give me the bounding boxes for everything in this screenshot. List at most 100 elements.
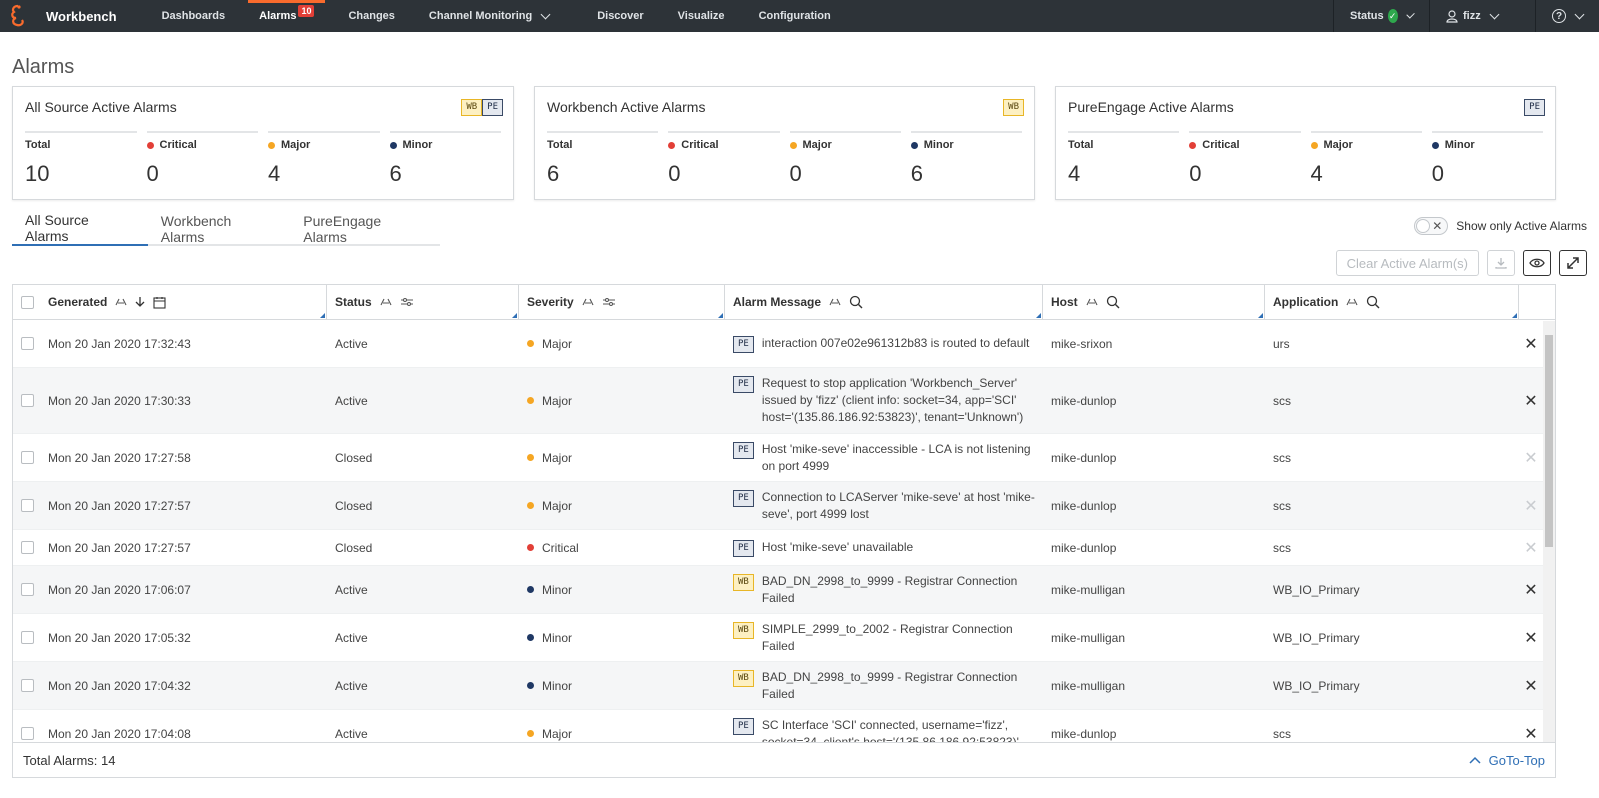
active-only-toggle-group: ✕ Show only Active Alarms: [1414, 217, 1587, 235]
header-severity[interactable]: Severity: [519, 285, 725, 319]
chevron-down-icon: [540, 9, 551, 19]
close-icon[interactable]: ✕: [1524, 676, 1537, 696]
table-row[interactable]: Mon 20 Jan 2020 17:06:07 Active Minor WB BAD…: [13, 566, 1555, 614]
message-value: Host 'mike-seve' unavailable: [761, 539, 914, 554]
metric-label: Minor: [923, 139, 954, 151]
download-icon: [1495, 258, 1507, 269]
header-alarm-message[interactable]: Alarm Message: [725, 285, 1043, 319]
select-all-checkbox[interactable]: [21, 295, 34, 309]
tab-all-source-alarms[interactable]: All Source Alarms: [12, 212, 148, 246]
source-tag: PE: [733, 539, 754, 557]
search-icon[interactable]: [1106, 295, 1120, 309]
sort-toggle-icon[interactable]: [1086, 297, 1098, 307]
header-generated[interactable]: Generated: [13, 285, 327, 319]
column-visibility-button[interactable]: [1523, 250, 1551, 276]
table-row[interactable]: Mon 20 Jan 2020 17:05:32 Active Minor WB SIM…: [13, 614, 1555, 662]
close-icon[interactable]: ✕: [1524, 391, 1537, 411]
source-tags: PE: [1524, 99, 1545, 116]
brand-name[interactable]: Workbench: [46, 9, 117, 24]
severity-value: Minor: [542, 582, 573, 597]
tab-workbench-alarms[interactable]: Workbench Alarms: [148, 212, 290, 246]
column-label: Status: [335, 295, 372, 309]
search-icon[interactable]: [1366, 295, 1380, 309]
row-checkbox[interactable]: [21, 337, 34, 350]
row-checkbox[interactable]: [21, 541, 34, 554]
table-row[interactable]: Mon 20 Jan 2020 17:32:43 Active Major PE int…: [13, 320, 1555, 368]
generated-value: Mon 20 Jan 2020 17:05:32: [48, 630, 191, 645]
header-status[interactable]: Status: [327, 285, 519, 319]
chevron-down-icon: [1489, 9, 1500, 19]
active-only-toggle[interactable]: ✕: [1414, 217, 1449, 235]
cell-alarm-message: PE SC Interface 'SCI' connected, username…: [725, 717, 1043, 742]
nav-alarms[interactable]: Alarms 10: [242, 0, 331, 32]
arrow-down-icon[interactable]: [135, 296, 145, 308]
sort-toggle-icon[interactable]: [380, 297, 392, 307]
table-row[interactable]: Mon 20 Jan 2020 17:04:08 Active Major PE SC …: [13, 710, 1555, 742]
nav-changes[interactable]: Changes: [331, 0, 411, 32]
nav-configuration[interactable]: Configuration: [742, 0, 848, 32]
table-row[interactable]: Mon 20 Jan 2020 17:27:57 Closed Critical PE…: [13, 530, 1555, 566]
metric-value: 0: [668, 161, 681, 186]
nav-visualize[interactable]: Visualize: [661, 0, 742, 32]
clear-active-alarms-button[interactable]: Clear Active Alarm(s): [1335, 250, 1479, 276]
table-row[interactable]: Mon 20 Jan 2020 17:30:33 Active Major PE Req…: [13, 368, 1555, 434]
close-icon[interactable]: ✕: [1524, 580, 1537, 600]
host-value: mike-dunlop: [1051, 540, 1117, 555]
nav-channel-monitoring[interactable]: Channel Monitoring: [412, 0, 566, 32]
table-row[interactable]: Mon 20 Jan 2020 17:27:57 Closed Major PE Con…: [13, 482, 1555, 530]
metric-value: 0: [1431, 161, 1444, 186]
row-checkbox[interactable]: [21, 394, 34, 407]
severity-dot-icon: [527, 502, 534, 509]
tab-pureengage-alarms[interactable]: PureEngage Alarms: [290, 212, 440, 246]
source-tag: PE: [733, 717, 754, 735]
sort-toggle-icon[interactable]: [582, 297, 594, 307]
message-value: Host 'mike-seve' inaccessible - LCA is n…: [761, 441, 1031, 473]
metric-value: 0: [146, 161, 159, 186]
close-icon[interactable]: ✕: [1524, 628, 1537, 648]
metric-label: Major: [802, 139, 832, 151]
minor-dot-icon: [389, 141, 397, 149]
genesys-logo-icon[interactable]: [0, 0, 36, 32]
close-icon[interactable]: ✕: [1524, 724, 1537, 743]
host-value: mike-mulligan: [1051, 678, 1126, 693]
row-checkbox[interactable]: [21, 679, 34, 692]
row-checkbox[interactable]: [21, 583, 34, 596]
row-checkbox[interactable]: [21, 631, 34, 644]
header-application[interactable]: Application: [1265, 285, 1519, 319]
download-button[interactable]: [1487, 250, 1515, 276]
cell-alarm-message: WB BAD_DN_2998_to_9999 - Registrar Connec…: [725, 669, 1043, 703]
scrollbar-thumb[interactable]: [1545, 335, 1553, 547]
cell-generated: Mon 20 Jan 2020 17:06:07: [13, 583, 327, 597]
table-row[interactable]: Mon 20 Jan 2020 17:04:32 Active Minor WB BAD…: [13, 662, 1555, 710]
fullscreen-button[interactable]: [1559, 250, 1587, 276]
sort-toggle-icon[interactable]: [115, 297, 127, 307]
nav-configuration-label: Configuration: [758, 10, 831, 22]
cell-severity: Major: [519, 337, 725, 351]
pe-tag: PE: [482, 99, 503, 116]
metric-minor: Minor 6: [389, 131, 501, 187]
filter-icon[interactable]: [602, 297, 616, 307]
source-tag: WB: [733, 573, 754, 591]
sort-toggle-icon[interactable]: [1346, 297, 1358, 307]
row-checkbox[interactable]: [21, 727, 34, 740]
metric-label: Total: [547, 139, 573, 151]
header-host[interactable]: Host: [1043, 285, 1265, 319]
nav-dashboards[interactable]: Dashboards: [145, 0, 243, 32]
user-menu[interactable]: fizz: [1429, 0, 1535, 32]
filter-icon[interactable]: [400, 297, 414, 307]
calendar-icon[interactable]: [153, 296, 166, 309]
help-menu[interactable]: ?: [1535, 0, 1599, 32]
row-checkbox[interactable]: [21, 451, 34, 464]
row-checkbox[interactable]: [21, 499, 34, 512]
table-row[interactable]: Mon 20 Jan 2020 17:27:58 Closed Major PE Hos…: [13, 434, 1555, 482]
nav-discover[interactable]: Discover: [580, 0, 660, 32]
table-scrollbar[interactable]: [1543, 321, 1555, 743]
sort-toggle-icon[interactable]: [829, 297, 841, 307]
help-icon: ?: [1552, 9, 1566, 23]
status-menu[interactable]: Status ✓: [1333, 0, 1429, 32]
goto-top-link[interactable]: GoTo-Top: [1469, 753, 1545, 768]
table-body: Mon 20 Jan 2020 17:32:43 Active Major PE int…: [13, 320, 1555, 742]
close-icon[interactable]: ✕: [1524, 334, 1537, 354]
search-icon[interactable]: [849, 295, 863, 309]
status-value: Active: [335, 726, 368, 741]
